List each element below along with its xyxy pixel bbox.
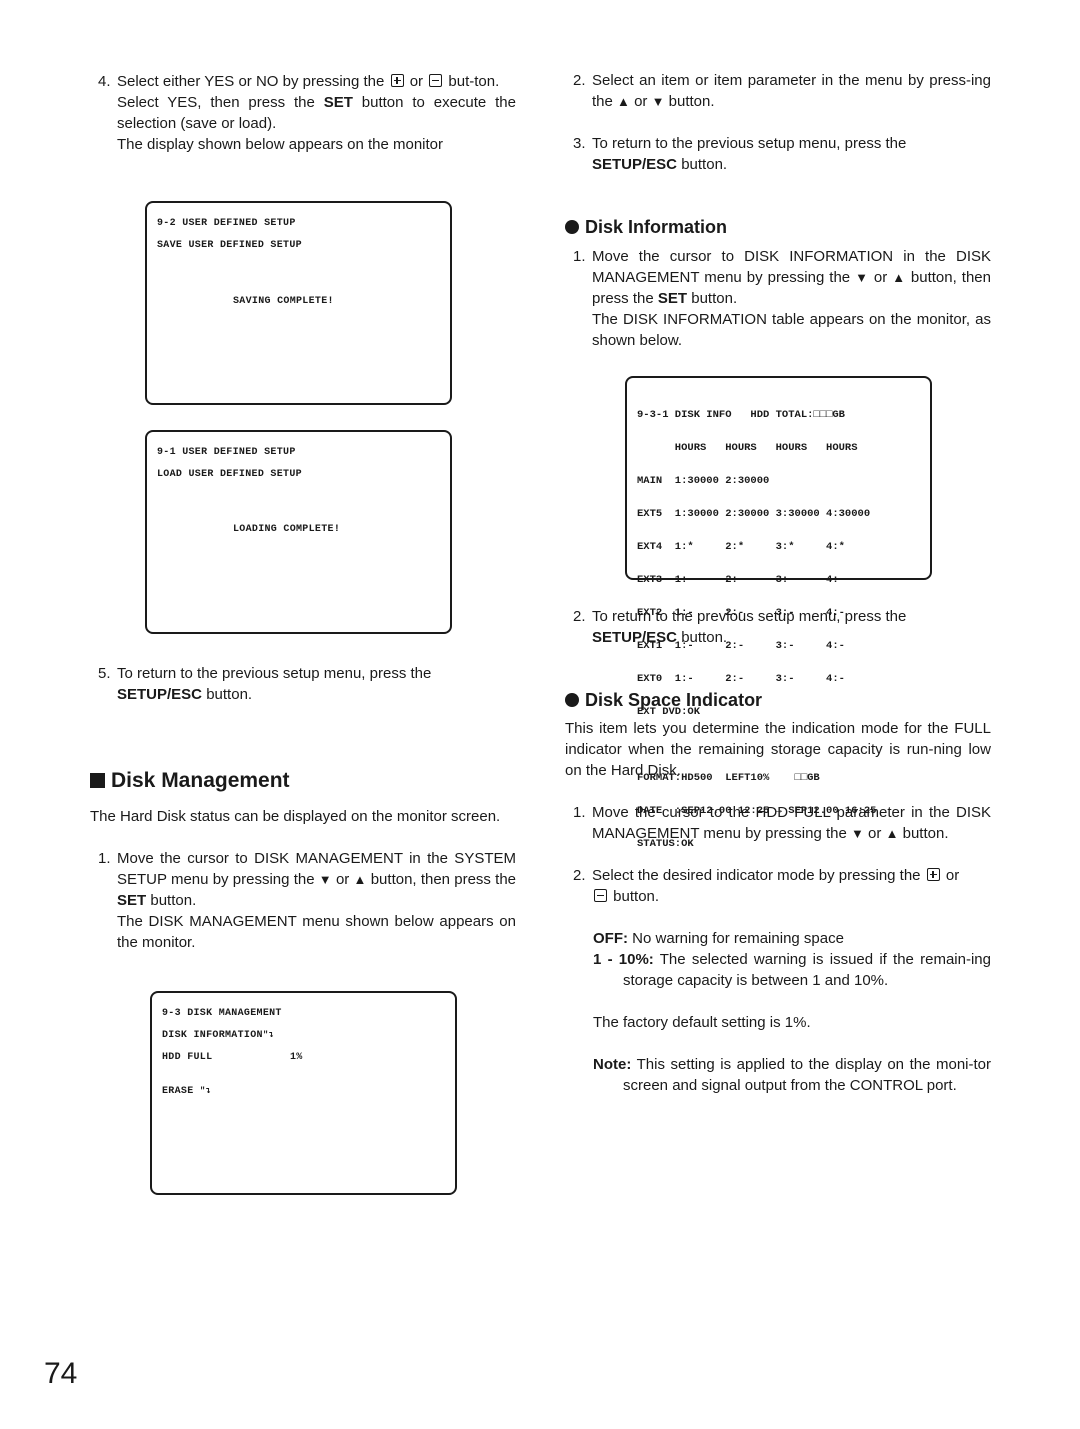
disk-mgmt-step-1: 1. Move the cursor to DISK MANAGEMENT in…	[98, 850, 516, 951]
plus-button-icon	[926, 868, 940, 881]
intro-paragraph: This item lets you determine the indicat…	[565, 720, 991, 779]
step-4: 4. Select either YES or NO by pressing t…	[98, 73, 516, 153]
screen-title: 9-2 USER DEFINED SETUP	[157, 218, 296, 229]
monitor-screen-disk-info: 9-3-1 DISK INFO HDD TOTAL:□□□GB HOURS HO…	[625, 376, 932, 850]
down-arrow-icon: ▼	[318, 872, 332, 887]
disk-info-row: EXT0 1:- 2:- 3:- 4:-	[637, 673, 845, 685]
disk-space-step-1: 1. Move the cursor to the HDD FULL param…	[573, 804, 991, 842]
step-5-wrap: 5. To return to the previous setup menu,…	[90, 663, 516, 705]
down-arrow-icon: ▼	[851, 826, 864, 841]
screen-status: LOADING COMPLETE!	[233, 524, 341, 535]
square-bullet-icon	[90, 773, 105, 788]
down-arrow-icon: ▼	[651, 94, 665, 109]
disk-info-row: EXT3 1:- 2:- 3:- 4:-	[637, 574, 845, 586]
page-number: 74	[44, 1357, 78, 1390]
disk-info-row: EXT4 1:* 2:* 3:* 4:*	[637, 541, 845, 553]
disk-info-body: 1. Move the cursor to DISK INFORMATION i…	[565, 246, 991, 351]
screen-subtitle: LOAD USER DEFINED SETUP	[157, 469, 302, 480]
left-column: 4. Select either YES or NO by pressing t…	[90, 71, 516, 155]
screen-status: SAVING COMPLETE!	[233, 296, 334, 307]
menu-item-hdd-full-value: 1%	[290, 1052, 303, 1063]
note: Note: This setting is applied to the dis…	[593, 1056, 991, 1094]
disk-management-body: The Hard Disk status can be displayed on…	[90, 806, 516, 953]
disk-info-step-1: 1. Move the cursor to DISK INFORMATION i…	[573, 248, 991, 349]
section-heading-disk-space-indicator: Disk Space Indicator	[565, 690, 762, 711]
screen-title: 9-3 DISK MANAGEMENT	[162, 1008, 282, 1019]
submenu-arrow-icon: "↴	[262, 1030, 275, 1040]
step-5: 5. To return to the previous setup menu,…	[98, 665, 432, 703]
section-heading-disk-information: Disk Information	[565, 217, 727, 238]
monitor-screen-load: 9-1 USER DEFINED SETUP LOAD USER DEFINED…	[145, 430, 452, 634]
intro-paragraph: The Hard Disk status can be displayed on…	[90, 808, 501, 825]
disk-info-step-2: 2. To return to the previous setup menu,…	[573, 608, 907, 646]
down-arrow-icon: ▼	[855, 270, 869, 285]
screen-title: 9-1 USER DEFINED SETUP	[157, 447, 296, 458]
mode-range: 1 - 10%: The selected warning is issued …	[593, 951, 991, 989]
disk-info-row: HOURS HOURS HOURS HOURS	[637, 442, 858, 454]
menu-item-erase: ERASE "↴	[162, 1086, 212, 1097]
up-arrow-icon: ▲	[885, 826, 899, 841]
disk-info-row: EXT5 1:30000 2:30000 3:30000 4:30000	[637, 508, 871, 520]
up-arrow-icon: ▲	[353, 872, 367, 887]
disk-space-step-2: 2. Select the desired indicator mode by …	[573, 867, 960, 905]
mode-off: OFF: No warning for remaining space	[593, 930, 844, 947]
circle-bullet-icon	[565, 220, 579, 234]
up-arrow-icon: ▲	[892, 270, 906, 285]
monitor-screen-disk-management: 9-3 DISK MANAGEMENT DISK INFORMATION"↴ H…	[150, 991, 457, 1195]
indicator-modes: OFF: No warning for remaining space 1 - …	[565, 928, 991, 1096]
minus-button-icon	[594, 889, 607, 902]
screen-subtitle: SAVE USER DEFINED SETUP	[157, 240, 302, 251]
plus-button-icon	[390, 74, 404, 87]
disk-space-body: This item lets you determine the indicat…	[565, 718, 991, 1096]
up-arrow-icon: ▲	[617, 94, 630, 109]
menu-item-disk-information: DISK INFORMATION"↴	[162, 1030, 275, 1041]
factory-default: The factory default setting is 1%.	[593, 1014, 811, 1031]
monitor-screen-save: 9-2 USER DEFINED SETUP SAVE USER DEFINED…	[145, 201, 452, 405]
section-heading-disk-management: Disk Management	[90, 770, 290, 791]
minus-button-icon	[429, 74, 443, 87]
right-column-top: 2. Select an item or item parameter in t…	[565, 70, 991, 175]
disk-info-row: MAIN 1:30000 2:30000	[637, 475, 770, 487]
menu-item-hdd-full-label: HDD FULL	[162, 1052, 213, 1063]
step-3: 3. To return to the previous setup menu,…	[573, 135, 907, 173]
circle-bullet-icon	[565, 693, 579, 707]
submenu-arrow-icon: "↴	[199, 1086, 212, 1096]
disk-info-step-2-wrap: 2. To return to the previous setup menu,…	[565, 606, 991, 648]
disk-info-row: 9-3-1 DISK INFO HDD TOTAL:□□□GB	[637, 409, 845, 421]
step-2: 2. Select an item or item parameter in t…	[573, 72, 991, 110]
